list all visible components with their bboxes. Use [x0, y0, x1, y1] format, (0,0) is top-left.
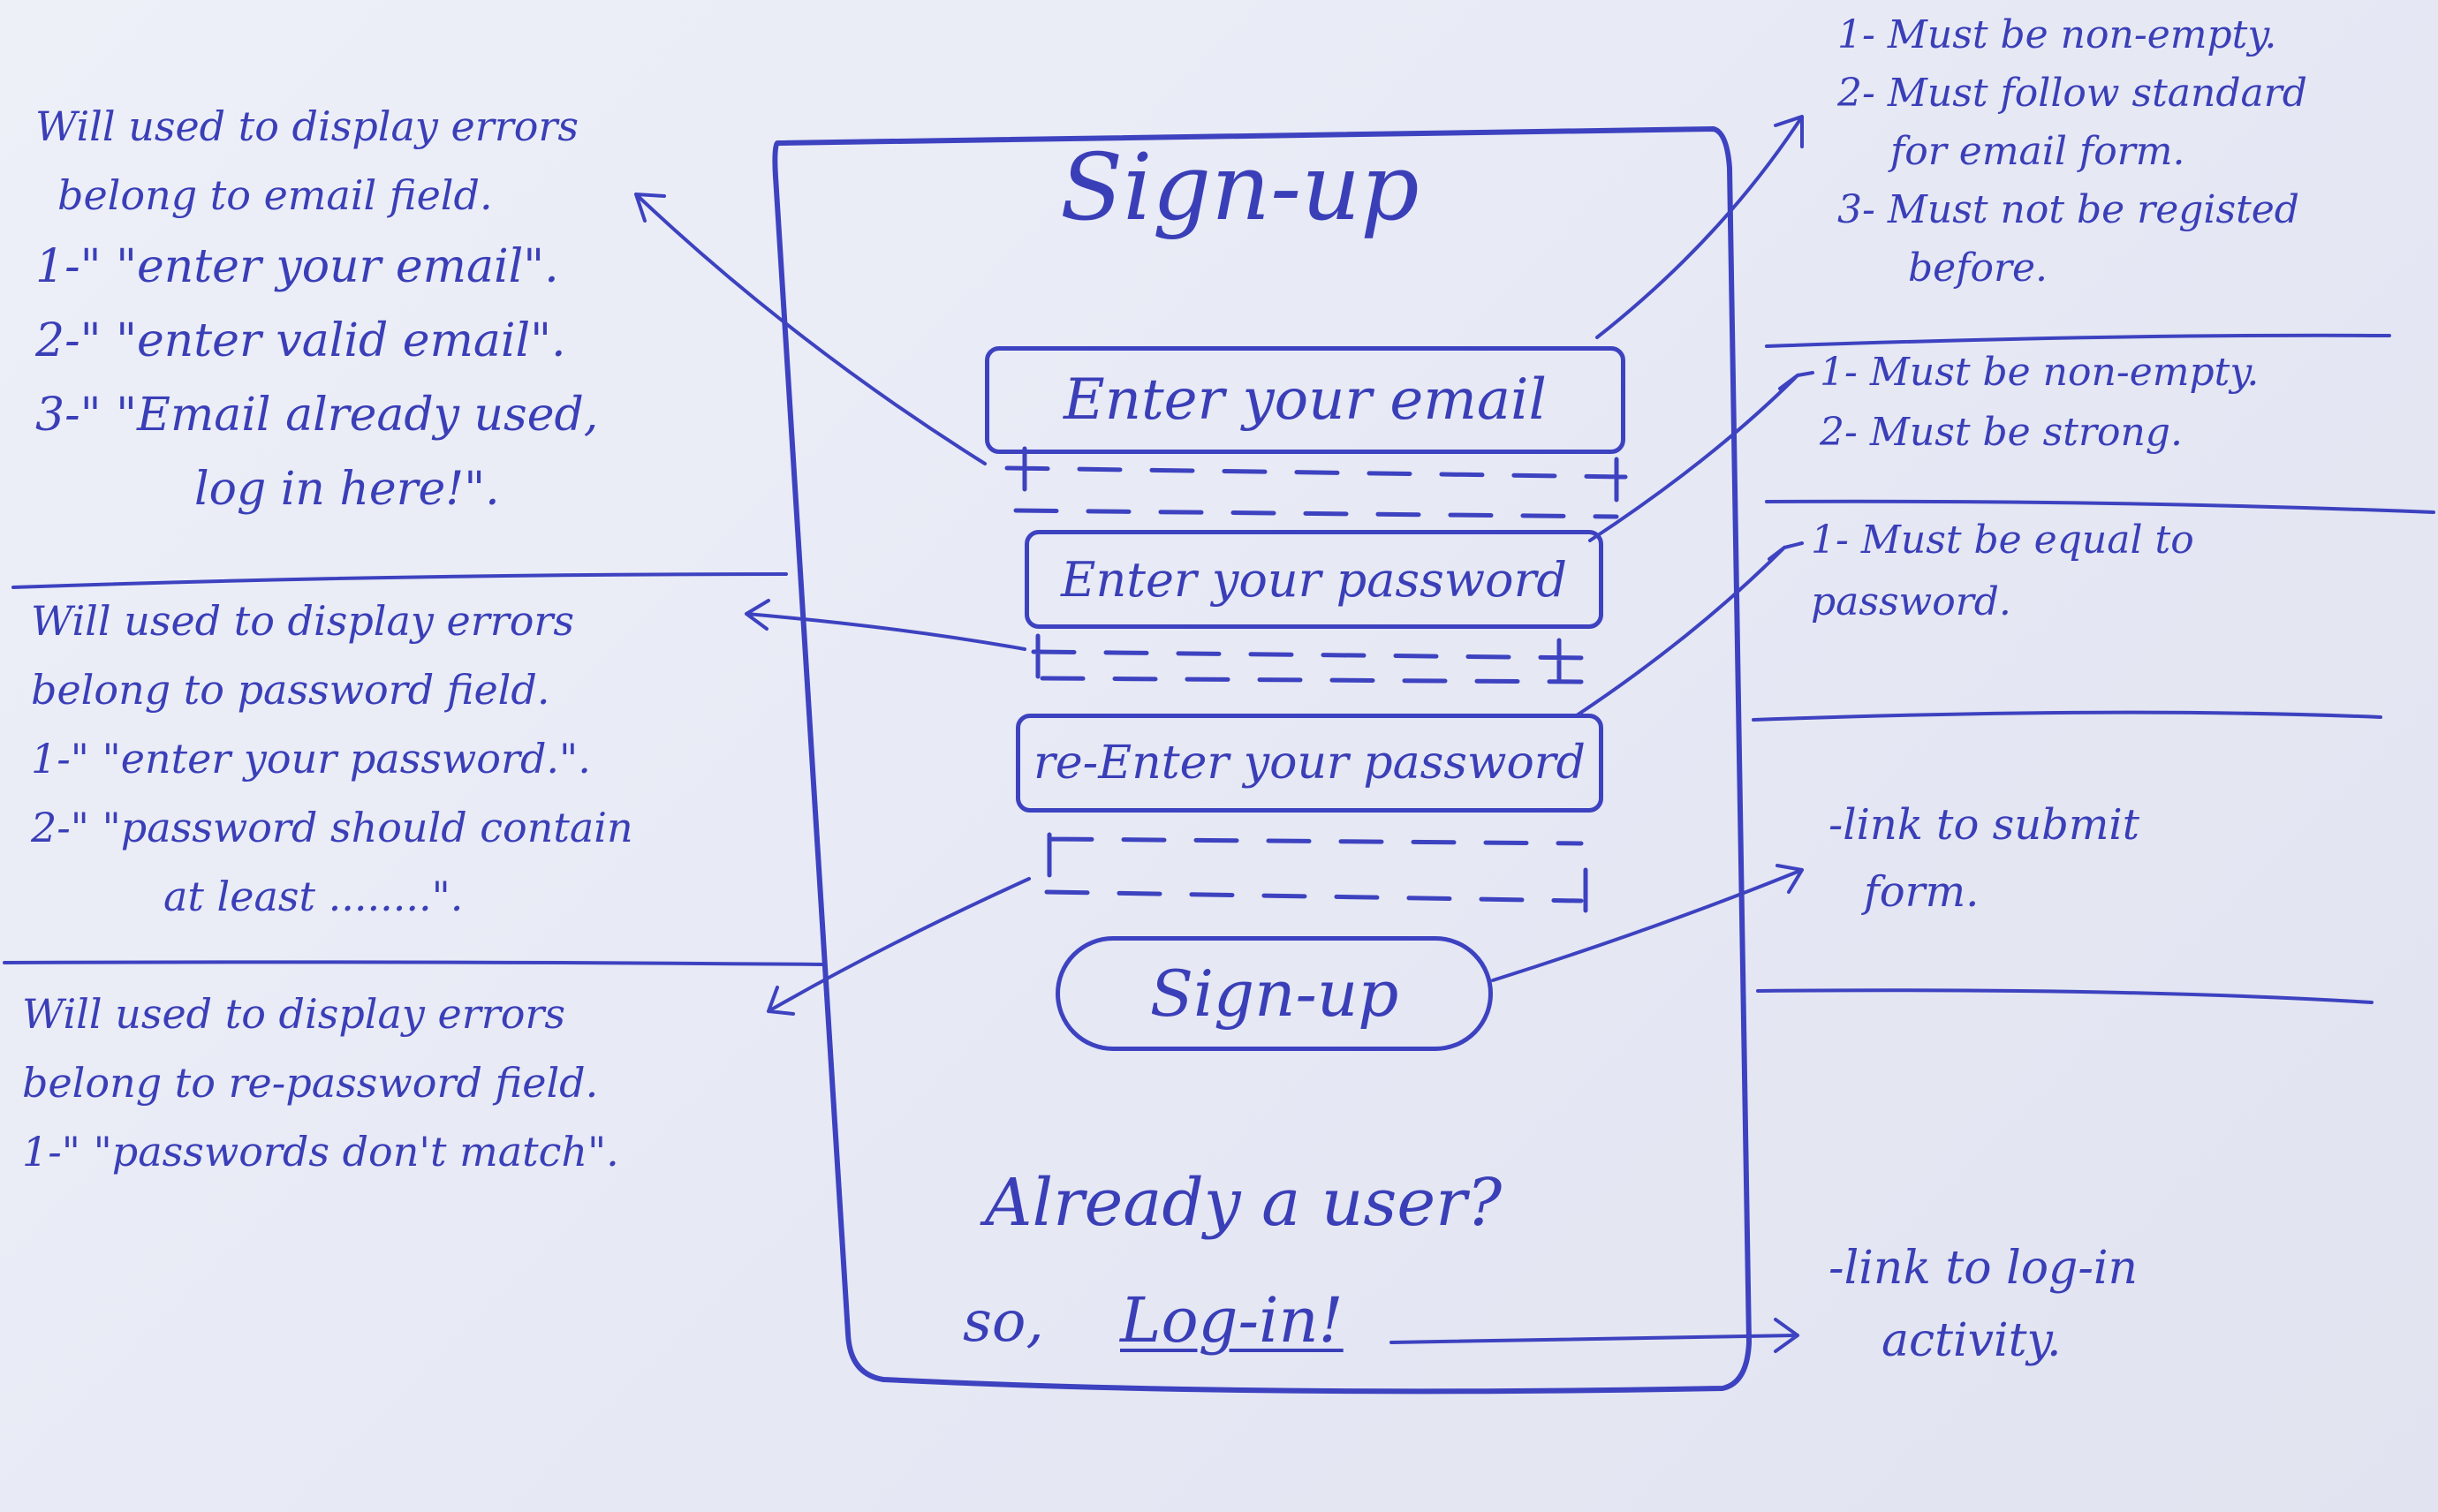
- note-line: 1- Must be non-empty.: [1820, 350, 2260, 395]
- note-line: password.: [1811, 579, 2011, 624]
- note-line: belong to password field.: [31, 666, 550, 714]
- repassword-rules-note: 1- Must be equal to password.: [1811, 521, 2194, 650]
- email-rules-note: 1- Must be non-empty. 2- Must follow sta…: [1837, 16, 2307, 316]
- password-rules-note: 1- Must be non-empty. 2- Must be strong.: [1820, 353, 2259, 480]
- note-line: log in here!".: [194, 463, 500, 516]
- note-line: 2-" "password should contain: [31, 804, 633, 851]
- note-line: Will used to display errors: [22, 990, 566, 1038]
- note-line: form.: [1864, 867, 1980, 917]
- note-line: Will used to display errors: [31, 597, 575, 645]
- so-prefix: so,: [963, 1289, 1044, 1355]
- note-line: 3- Must not be registed: [1837, 187, 2299, 232]
- password-placeholder: Enter your password: [1061, 551, 1567, 608]
- note-line: at least ........".: [163, 873, 464, 920]
- note-line: Will used to display errors: [35, 102, 579, 150]
- note-line: 1-" "enter your email".: [35, 240, 559, 293]
- note-line: -link to log-in: [1828, 1242, 2139, 1295]
- submit-note: -link to submit form.: [1828, 804, 2139, 941]
- repassword-errors-note: Will used to display errors belong to re…: [22, 994, 619, 1200]
- sign-up-button-label: Sign-up: [1149, 956, 1399, 1031]
- form-title: Sign-up: [1060, 133, 1420, 241]
- login-note: -link to log-in activity.: [1828, 1245, 2138, 1392]
- note-line: -link to submit: [1828, 800, 2140, 850]
- note-line: before.: [1908, 246, 2048, 291]
- note-line: 2- Must be strong.: [1820, 410, 2183, 455]
- email-errors-note: Will used to display errors belong to em…: [35, 106, 598, 541]
- password-errors-note: Will used to display errors belong to pa…: [31, 601, 633, 945]
- email-field[interactable]: Enter your email: [985, 346, 1625, 454]
- note-line: belong to email field.: [57, 171, 493, 219]
- note-line: activity.: [1882, 1314, 2062, 1367]
- already-user-text: Already a user?: [985, 1165, 1503, 1241]
- password-field[interactable]: Enter your password: [1025, 530, 1603, 629]
- note-line: 1-" "enter your password.".: [31, 735, 591, 782]
- sign-up-button[interactable]: Sign-up: [1056, 936, 1493, 1051]
- note-line: for email form.: [1890, 129, 2185, 174]
- repassword-placeholder: re-Enter your password: [1034, 737, 1586, 790]
- note-line: 1- Must be equal to: [1811, 518, 2194, 563]
- note-line: 1- Must be non-empty.: [1837, 12, 2277, 57]
- login-link[interactable]: Log-in!: [1120, 1289, 1344, 1351]
- note-line: 3-" "Email already used,: [35, 389, 599, 442]
- note-line: 1-" "passwords don't match".: [22, 1128, 619, 1176]
- note-line: 2- Must follow standard: [1837, 71, 2307, 116]
- note-line: 2-" "enter valid email".: [35, 314, 566, 367]
- email-placeholder: Enter your email: [1064, 367, 1547, 433]
- repassword-field[interactable]: re-Enter your password: [1016, 714, 1603, 813]
- note-line: belong to re-password field.: [22, 1059, 599, 1107]
